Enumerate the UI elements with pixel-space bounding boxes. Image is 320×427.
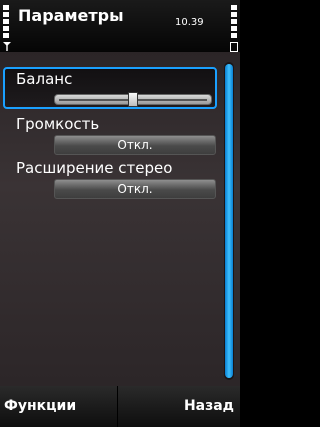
scrollbar[interactable] (224, 62, 234, 380)
settings-list: Баланс Громкость Откл. Расширение стерео… (0, 52, 240, 386)
softkey-bar: Функции Назад (0, 386, 240, 427)
battery-icon (230, 42, 238, 52)
scrollbar-thumb[interactable] (225, 64, 233, 378)
stereo-widening-label: Расширение стерео (16, 159, 173, 177)
clock: 10.39 (175, 17, 204, 28)
volume-value-button[interactable]: Откл. (54, 135, 216, 155)
balance-slider[interactable] (54, 92, 212, 107)
page-title: Параметры (18, 6, 124, 25)
balance-label: Баланс (16, 70, 73, 88)
volume-label: Громкость (16, 115, 100, 133)
battery-indicator (230, 5, 238, 52)
back-softkey[interactable]: Назад (120, 386, 240, 427)
status-bar: Параметры 10.39 (0, 0, 240, 52)
signal-indicator (3, 5, 11, 51)
options-softkey[interactable]: Функции (0, 386, 118, 427)
stereo-widening-value-button[interactable]: Откл. (54, 179, 216, 199)
battery-level-icon (231, 5, 237, 39)
signal-strength-icon (3, 5, 9, 39)
antenna-icon (3, 42, 11, 51)
slider-thumb[interactable] (128, 92, 138, 107)
